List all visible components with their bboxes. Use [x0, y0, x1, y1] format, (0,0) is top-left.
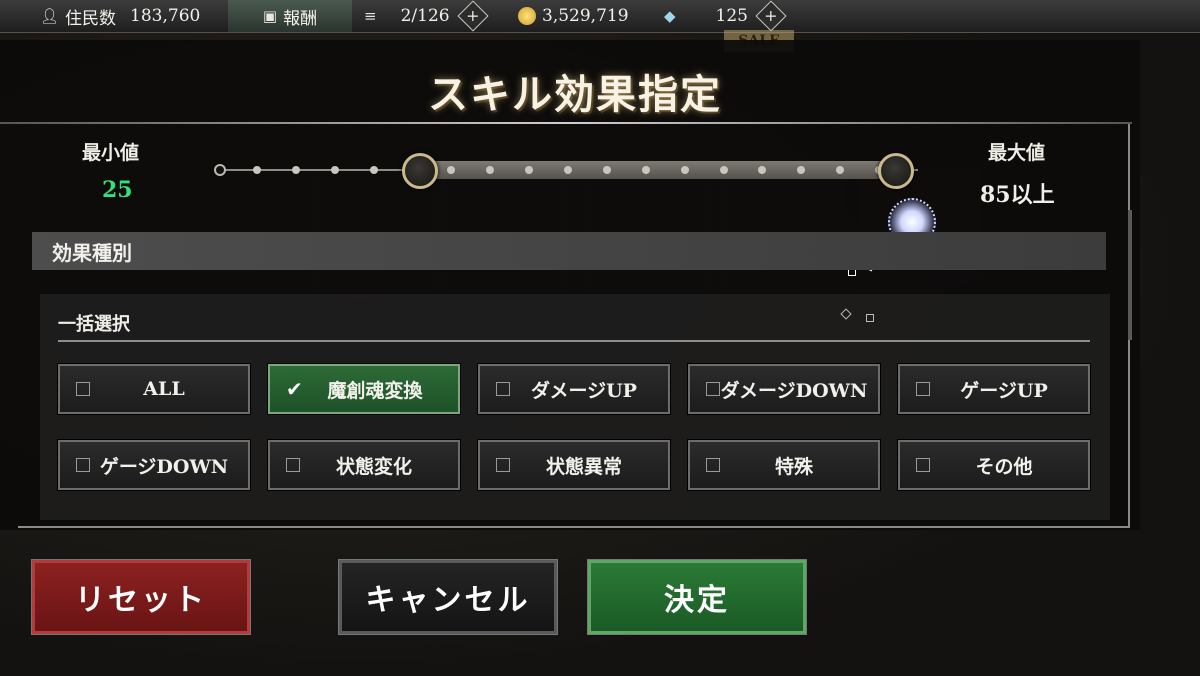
- slider-tick: [253, 166, 261, 174]
- stamina-plus-button[interactable]: +: [457, 0, 489, 32]
- stamina-counter: ≡ 2/126 +: [364, 0, 489, 32]
- cancel-button[interactable]: キャンセル: [338, 559, 558, 635]
- checkbox-icon: [706, 458, 720, 472]
- coin-value: 3,529,719: [542, 6, 629, 26]
- slider-tick: [797, 166, 805, 174]
- slider-tick: [525, 166, 533, 174]
- checkbox-icon: [496, 382, 510, 396]
- effect-option-label: 魔創魂変換: [327, 379, 423, 402]
- person-icon: 👤︎: [40, 7, 60, 25]
- effect-type-header: 効果種別: [32, 232, 1106, 270]
- effect-option-5[interactable]: ゲージDOWN: [57, 439, 251, 491]
- checkbox-icon: [286, 458, 300, 472]
- checkbox-icon: [496, 458, 510, 472]
- slider-min-handle[interactable]: [402, 153, 438, 189]
- effect-option-label: ダメージUP: [531, 379, 637, 402]
- max-value: 85以上: [980, 182, 1055, 208]
- slider-endcap: [214, 164, 226, 176]
- effect-option-7[interactable]: 状態異常: [477, 439, 671, 491]
- effect-option-9[interactable]: その他: [897, 439, 1091, 491]
- checkbox-icon: [76, 382, 90, 396]
- min-value: 25: [102, 177, 133, 203]
- slider-tick: [486, 166, 494, 174]
- stamina-value: 2/126: [400, 6, 450, 26]
- bulk-select-label: 一括選択: [58, 314, 130, 335]
- plus-icon: +: [465, 6, 480, 25]
- bulk-select-divider: [58, 340, 1090, 342]
- scrollbar[interactable]: [1128, 210, 1132, 340]
- checkbox-icon: [76, 458, 90, 472]
- max-label: 最大値: [988, 142, 1046, 164]
- effect-option-label: ゲージUP: [960, 379, 1048, 402]
- plus-icon: +: [764, 6, 778, 25]
- slider-tick: [603, 166, 611, 174]
- gem-plus-button[interactable]: +: [755, 0, 787, 32]
- slider-tick: [292, 166, 300, 174]
- checkmark-icon: ✔: [286, 377, 303, 401]
- slider-tick: [447, 166, 455, 174]
- gem-counter: ◆ 125 +: [664, 0, 787, 32]
- reward-label: 報酬: [283, 8, 318, 29]
- chest-icon: ▣: [262, 7, 278, 25]
- effect-option-label: 状態変化: [335, 455, 412, 478]
- effect-option-label: 特殊: [774, 455, 813, 478]
- coin-counter: 3,529,719: [518, 0, 629, 32]
- gem-value: 125: [715, 6, 748, 26]
- min-label: 最小値: [82, 142, 140, 164]
- residents-value: 183,760: [130, 6, 201, 26]
- coin-icon: [518, 7, 536, 25]
- slider-max-handle[interactable]: [878, 153, 914, 189]
- slider-tick: [331, 166, 339, 174]
- effect-option-label: ダメージDOWN: [720, 379, 868, 402]
- effect-option-2[interactable]: ダメージUP: [477, 363, 671, 415]
- effect-type-title: 効果種別: [52, 240, 132, 265]
- slider-tick: [642, 166, 650, 174]
- confirm-button[interactable]: 決定: [587, 559, 807, 635]
- slider-tick: [720, 166, 728, 174]
- effect-option-8[interactable]: 特殊: [687, 439, 881, 491]
- slider-tick: [564, 166, 572, 174]
- stamina-icon: ≡: [364, 7, 377, 25]
- effect-option-0[interactable]: ALL: [57, 363, 251, 415]
- dialog-title: スキル効果指定: [428, 71, 722, 118]
- effect-option-label: ALL: [143, 378, 185, 400]
- slider-tick: [370, 166, 378, 174]
- status-bar: 👤︎ 住民数 183,760 ▣ 報酬 ≡ 2/126 + 3,529,719 …: [0, 0, 1200, 33]
- gem-icon: ◆: [664, 7, 676, 25]
- effect-option-3[interactable]: ダメージDOWN: [687, 363, 881, 415]
- slider-tick: [758, 166, 766, 174]
- checkbox-icon: [706, 382, 720, 396]
- effect-option-label: その他: [975, 455, 1033, 478]
- effect-option-4[interactable]: ゲージUP: [897, 363, 1091, 415]
- reward-tab[interactable]: ▣ 報酬: [228, 0, 352, 32]
- reset-button[interactable]: リセット: [31, 559, 251, 635]
- value-range-slider[interactable]: [214, 150, 934, 190]
- checkbox-icon: [916, 458, 930, 472]
- effect-option-1[interactable]: ✔ 魔創魂変換: [267, 363, 461, 415]
- title-divider: [0, 122, 1132, 124]
- effect-option-6[interactable]: 状態変化: [267, 439, 461, 491]
- effect-option-label: 状態異常: [545, 455, 622, 478]
- effect-option-label: ゲージDOWN: [99, 455, 229, 478]
- checkbox-icon: [916, 382, 930, 396]
- slider-tick: [681, 166, 689, 174]
- residents-counter: 👤︎ 住民数 183,760: [40, 0, 200, 32]
- slider-tick: [836, 166, 844, 174]
- residents-label: 住民数: [65, 8, 117, 29]
